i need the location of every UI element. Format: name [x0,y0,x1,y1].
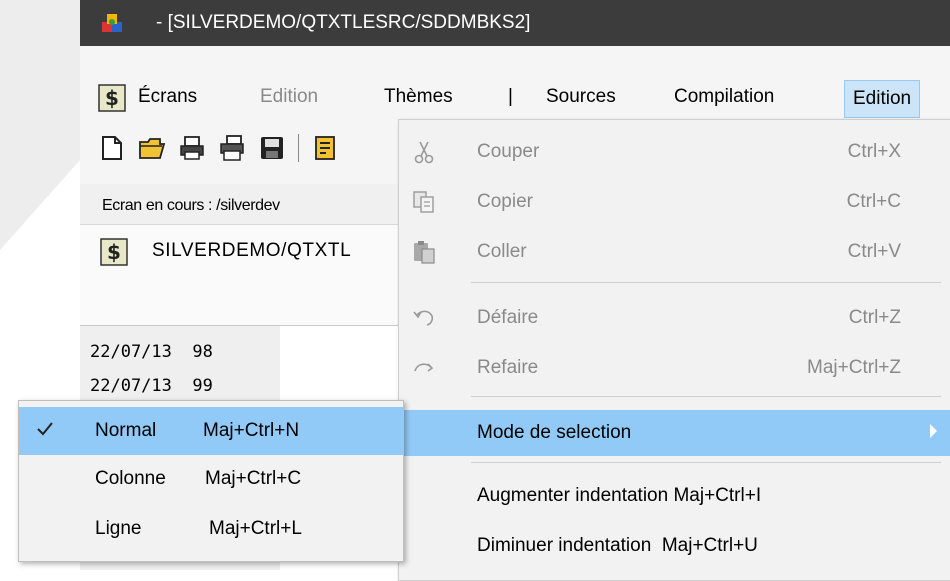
menu-separator [471,282,941,283]
submenu-item-ligne[interactable]: Ligne Maj+Ctrl+L [19,505,403,553]
menu-item-label: Défaire [477,307,539,328]
menu-item-couper[interactable]: Couper Ctrl+X [399,131,950,173]
print-preview-icon[interactable] [218,134,246,162]
menu-separator [471,396,941,397]
menu-item-mode-selection[interactable]: Mode de selection [399,410,950,456]
title-bar: - [SILVERDEMO/QTXTLESRC/SDDMBKS2] [80,0,950,46]
submenu-item-normal[interactable]: Normal Maj+Ctrl+N [19,407,403,455]
submenu-item-shortcut: Maj+Ctrl+L [209,518,302,539]
menu-item-shortcut: Ctrl+V [847,241,901,262]
menu-item-diminuer-indentation[interactable]: Diminuer indentation Maj+Ctrl+U [399,525,950,567]
selection-mode-submenu: Normal Maj+Ctrl+N Colonne Maj+Ctrl+C Lig… [18,400,404,562]
app-icon [102,14,122,32]
menu-item-shortcut: Ctrl+Z [848,307,901,328]
menu-item-label: Couper [477,141,540,162]
menu-ecrans[interactable]: Écrans [138,86,197,108]
menu-item-defaire[interactable]: Défaire Ctrl+Z [399,297,950,339]
source-icon[interactable] [312,134,340,162]
menu-item-copier[interactable]: Copier Ctrl+C [399,181,950,223]
svg-text:$: $ [107,240,121,264]
open-folder-icon[interactable] [138,134,166,162]
save-icon[interactable] [258,134,286,162]
menu-item-augmenter-indentation[interactable]: Augmenter indentation Maj+Ctrl+I [399,475,950,517]
menu-item-label: Mode de selection [477,422,632,443]
code-line: 22/07/13 99 [90,376,213,396]
toolbar-separator [298,134,299,162]
menu-separator: | [508,86,513,107]
menu-sources[interactable]: Sources [546,86,616,108]
submenu-item-label: Ligne [95,518,142,539]
menu-item-label: Copier [477,191,533,212]
checkmark-icon [37,422,53,436]
tab-label[interactable]: SILVERDEMO/QTXTL [152,240,351,262]
submenu-arrow-icon [930,424,937,438]
scissors-icon [414,141,434,164]
new-file-icon[interactable] [98,134,126,162]
menu-item-shortcut: Maj+Ctrl+Z [807,357,901,378]
menu-edition-disabled[interactable]: Edition [260,86,318,108]
undo-icon [413,310,434,326]
menu-themes[interactable]: Thèmes [384,86,453,108]
redo-icon [414,363,434,372]
svg-text:$: $ [105,86,119,110]
menu-item-refaire[interactable]: Refaire Maj+Ctrl+Z [399,347,950,389]
submenu-item-label: Colonne [95,468,166,489]
menu-item-label: Refaire [477,357,539,378]
menu-bar: $ Écrans Edition Thèmes | Sources Compil… [80,46,950,120]
menu-item-label: Coller [477,241,527,262]
submenu-item-label: Normal [95,420,157,441]
dollar-icon[interactable]: $ [98,84,126,112]
submenu-item-shortcut: Maj+Ctrl+N [203,420,300,441]
print-icon[interactable] [178,134,206,162]
menu-item-shortcut: Ctrl+C [846,191,901,212]
current-screen-label: Ecran en cours : /silverdev [102,197,280,214]
menu-item-label: Diminuer indentation Maj+Ctrl+U [477,535,758,556]
menu-separator [471,462,941,463]
menu-item-label: Augmenter indentation Maj+Ctrl+I [477,485,762,506]
menu-item-coller[interactable]: Coller Ctrl+V [399,231,950,273]
copy-icon [413,191,434,213]
edition-dropdown-menu: Couper Ctrl+X Copier Ctrl+C Coller Ctrl+… [398,119,950,581]
menu-edition[interactable]: Edition [844,80,921,118]
dollar-icon: $ [100,238,128,266]
menu-compilation[interactable]: Compilation [674,86,774,108]
submenu-item-colonne[interactable]: Colonne Maj+Ctrl+C [19,455,403,503]
menu-item-shortcut: Ctrl+X [847,141,901,162]
code-line: 22/07/13 98 [90,342,213,362]
window-title: - [SILVERDEMO/QTXTLESRC/SDDMBKS2] [156,12,531,33]
submenu-item-shortcut: Maj+Ctrl+C [205,468,302,489]
paste-icon [414,241,435,264]
